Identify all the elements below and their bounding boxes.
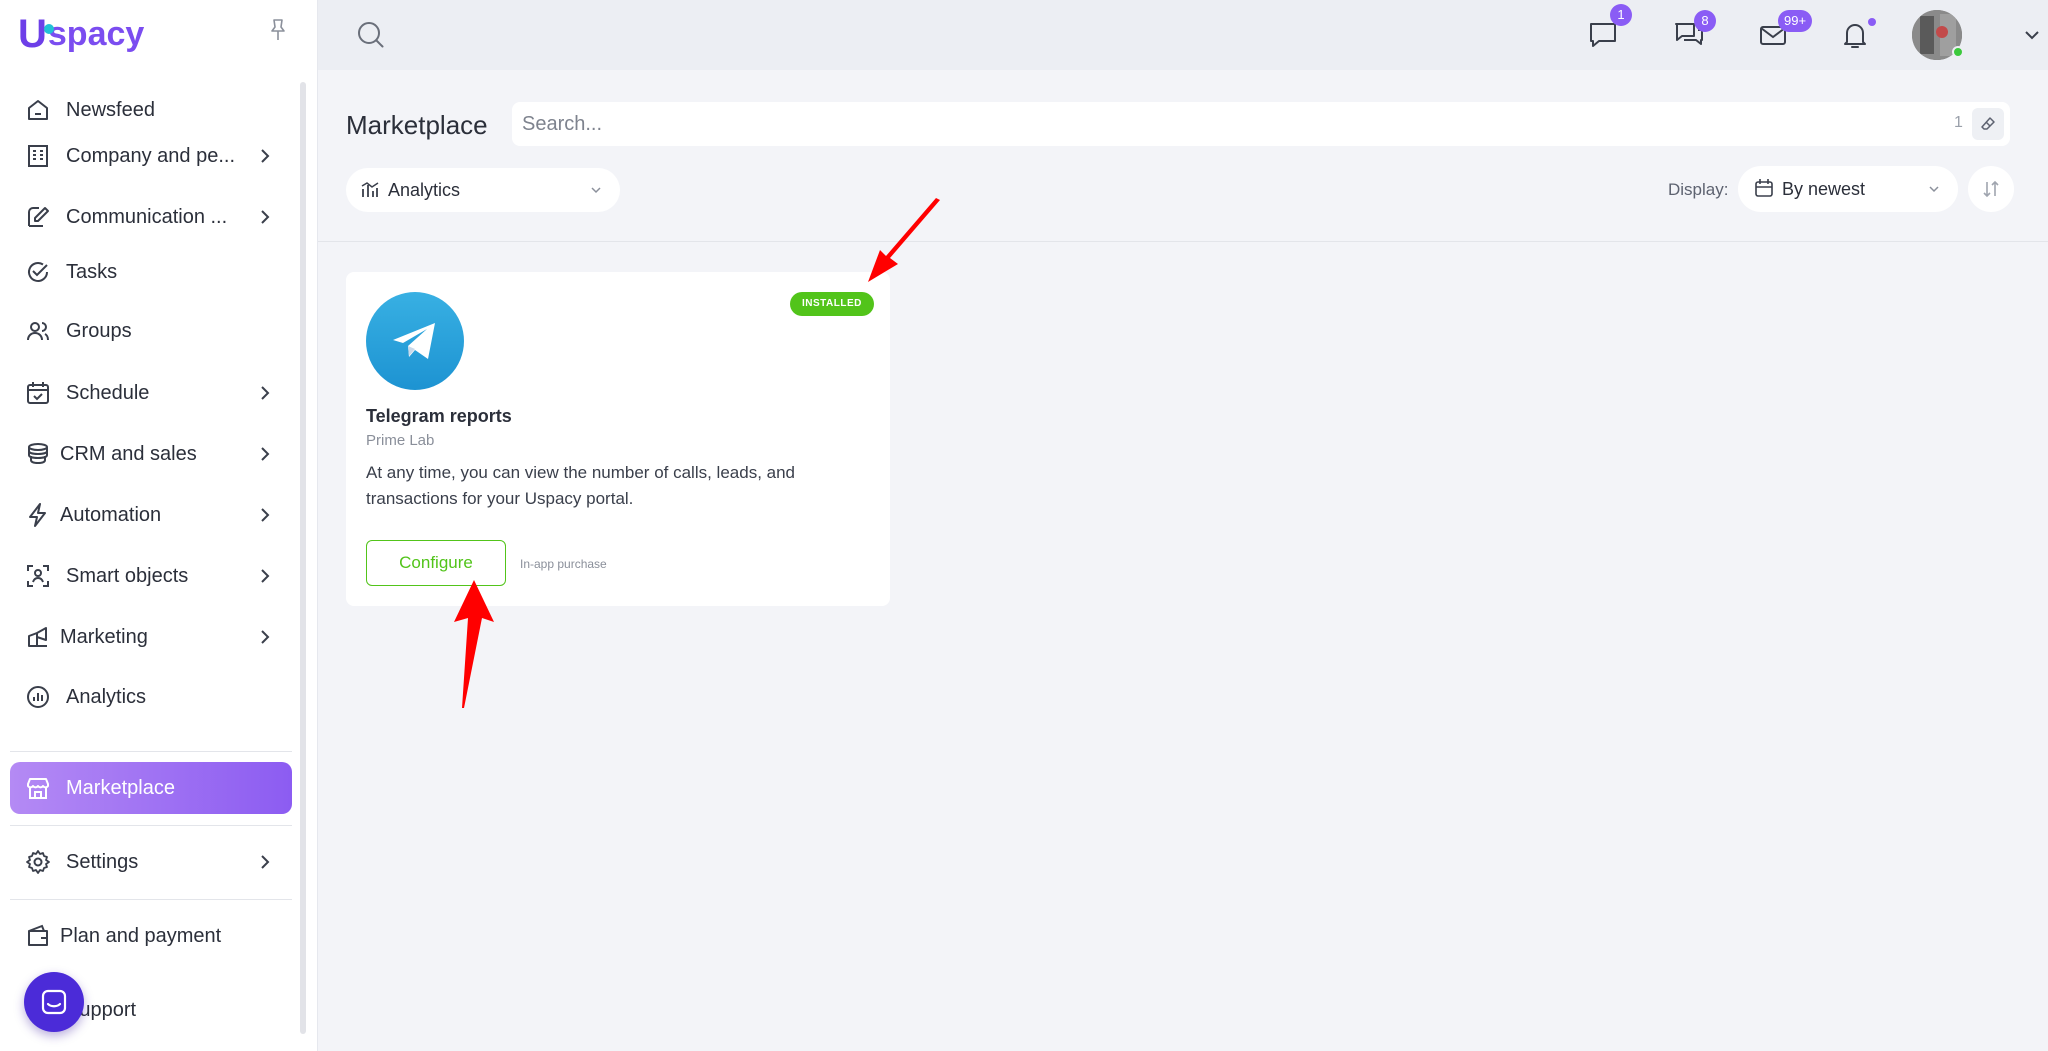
sidebar: U spacy Newsfeed Company and pe... Commu…	[0, 0, 318, 1051]
uspacy-logo[interactable]: U spacy	[18, 12, 144, 56]
configure-button[interactable]: Configure	[366, 540, 506, 586]
bell-icon[interactable]	[1838, 18, 1872, 52]
chevron-right-icon	[261, 630, 270, 644]
search-result-count: 1	[1954, 114, 1963, 131]
status-badge: INSTALLED	[790, 292, 874, 316]
sort-value: By newest	[1782, 179, 1866, 199]
app-description: At any time, you can view the number of …	[366, 463, 796, 508]
notification-dot	[1868, 18, 1876, 26]
sidebar-item-label: Marketplace	[66, 776, 175, 799]
sidebar-item-label: Newsfeed	[66, 98, 155, 121]
app-card[interactable]: INSTALLED Telegram reports Prime Lab At …	[346, 272, 890, 606]
category-filter-select[interactable]: Analytics	[346, 168, 620, 212]
gear-icon	[24, 848, 52, 876]
sidebar-item-label: Plan and payment	[60, 924, 222, 947]
wallet-icon	[24, 922, 52, 950]
sidebar-item-label: Marketing	[60, 625, 148, 648]
chat-widget-icon	[41, 989, 67, 1015]
eraser-icon	[1981, 117, 1995, 130]
sidebar-item-label: Analytics	[66, 685, 147, 708]
category-filter-value: Analytics	[388, 180, 461, 200]
sidebar-item-label: CRM and sales	[60, 442, 197, 465]
logo-wordmark: spacy	[47, 14, 145, 53]
app-name[interactable]: Telegram reports	[366, 406, 512, 427]
sort-arrows-icon	[1983, 180, 1999, 198]
chevron-right-icon	[261, 855, 270, 869]
chevron-down-icon[interactable]	[2024, 28, 2040, 42]
chevron-right-icon	[261, 386, 270, 400]
sidebar-item-settings[interactable]: Settings	[10, 836, 292, 888]
sidebar-scrollbar[interactable]	[300, 82, 306, 1034]
sidebar-divider	[10, 751, 292, 752]
chevron-right-icon	[261, 569, 270, 583]
top-bar: 1 8 99+	[318, 0, 2048, 70]
sidebar-item-analytics[interactable]: Analytics	[10, 671, 292, 723]
coins-icon	[24, 440, 52, 468]
app-vendor: Prime Lab	[366, 432, 435, 449]
home-icon	[24, 96, 52, 124]
display-label: Display:	[1668, 180, 1729, 199]
chevron-down-icon	[591, 187, 601, 194]
sidebar-item-label: Automation	[60, 503, 162, 526]
sidebar-item-crm[interactable]: CRM and sales	[10, 428, 292, 480]
chevron-right-icon	[261, 210, 270, 224]
sidebar-item-automation[interactable]: Automation	[10, 489, 292, 541]
sidebar-item-newsfeed[interactable]: Newsfeed	[10, 84, 292, 136]
marketplace-search[interactable]: 1	[512, 102, 2010, 146]
pin-icon[interactable]	[268, 18, 288, 42]
store-icon	[24, 774, 52, 802]
sidebar-item-communication[interactable]: Communication ...	[10, 191, 292, 243]
sidebar-item-tasks[interactable]: Tasks	[10, 246, 292, 298]
messenger-badge: 8	[1694, 10, 1716, 32]
calendar-icon	[1755, 179, 1773, 197]
purchase-note: In-app purchase	[520, 557, 607, 571]
sidebar-item-label: Communication ...	[66, 205, 228, 228]
chevron-down-icon	[1929, 186, 1939, 193]
page-title: Marketplace	[346, 110, 488, 140]
telegram-logo-icon	[366, 292, 464, 390]
sidebar-divider	[10, 825, 292, 826]
chart-circle-icon	[24, 683, 52, 711]
sidebar-item-label: Tasks	[66, 260, 118, 283]
search-icon[interactable]	[356, 20, 386, 50]
analytics-category-icon	[361, 182, 379, 197]
chevron-right-icon	[261, 447, 270, 461]
chat-badge: 1	[1610, 4, 1632, 26]
users-icon	[24, 317, 52, 345]
sidebar-item-plan-and-payment[interactable]: Plan and payment	[10, 910, 292, 962]
clear-search-button[interactable]	[1972, 108, 2004, 140]
online-status-dot	[1952, 46, 1964, 58]
scan-user-icon	[24, 562, 52, 590]
sidebar-item-marketplace[interactable]: Marketplace	[10, 762, 292, 814]
check-circle-icon	[24, 258, 52, 286]
chevron-right-icon	[261, 508, 270, 522]
calendar-check-icon	[24, 379, 52, 407]
sidebar-item-label: Groups	[66, 319, 132, 342]
sidebar-item-groups[interactable]: Groups	[10, 305, 292, 357]
sort-direction-button[interactable]	[1968, 166, 2014, 212]
sidebar-item-smart-objects[interactable]: Smart objects	[10, 550, 292, 602]
logo-mark: U	[18, 12, 54, 57]
search-input[interactable]	[522, 102, 1922, 146]
chevron-right-icon	[261, 149, 270, 163]
sidebar-item-schedule[interactable]: Schedule	[10, 367, 292, 419]
sidebar-item-label: Schedule	[66, 381, 150, 404]
sidebar-item-label: Settings	[66, 850, 139, 873]
pen-chat-icon	[24, 203, 52, 231]
sidebar-item-marketing[interactable]: Marketing	[10, 611, 292, 663]
marketing-icon	[24, 623, 52, 651]
sort-select[interactable]: By newest	[1738, 166, 1958, 212]
mail-badge: 99+	[1778, 10, 1813, 32]
sidebar-divider	[10, 899, 292, 900]
page-header: Marketplace 1 Analytics Display: By newe…	[318, 70, 2048, 242]
sidebar-item-label: Smart objects	[66, 564, 189, 587]
building-icon	[24, 142, 52, 170]
sidebar-item-company[interactable]: Company and pe...	[10, 130, 292, 182]
sidebar-item-label: Company and pe...	[66, 144, 235, 167]
lightning-icon	[24, 501, 52, 529]
support-chat-button[interactable]	[24, 972, 84, 1032]
